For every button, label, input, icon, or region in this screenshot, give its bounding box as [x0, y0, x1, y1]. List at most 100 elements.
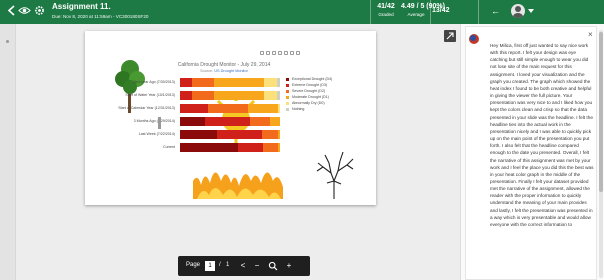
tool-icon[interactable]	[260, 51, 264, 55]
bar-segment	[250, 117, 270, 126]
legend-item: Nothing	[286, 107, 304, 112]
category-label: One year Ago (7/30/2013)	[133, 80, 175, 84]
bar-segment	[214, 91, 264, 100]
average-label: Average	[407, 12, 425, 17]
category-label: Start of Water Year (10/1/2013)	[125, 93, 175, 97]
assignment-title: Assignment 11.	[52, 2, 111, 11]
bar-segment	[278, 130, 280, 139]
legend-label: Extreme Drought (D3)	[292, 83, 328, 87]
bar-segment	[205, 117, 250, 126]
zoom-out-button[interactable]: −	[252, 261, 262, 271]
left-arrow-icon[interactable]: ←	[491, 6, 500, 16]
chart-artwork	[115, 60, 354, 199]
legend-item: Exceptional Drought (D4)	[286, 77, 332, 82]
legend-swatch	[286, 101, 289, 105]
category-label: Start of Calendar Year (12/31/2013)	[118, 106, 175, 110]
legend-label: Nothing	[292, 107, 305, 111]
tool-icon[interactable]	[284, 51, 288, 55]
legend-swatch	[286, 95, 289, 99]
document-page: California Drought Monitor - July 29, 20…	[85, 31, 376, 205]
comment-scrollbar[interactable]	[599, 30, 603, 278]
bar-segment	[277, 91, 280, 100]
legend-swatch	[286, 107, 289, 111]
source-link[interactable]: US Drought Monitor	[214, 69, 248, 73]
top-bar: Assignment 11. Due: Nov 8, 2020 at 11:59…	[0, 0, 604, 24]
legend-item: Abnormally Dry (D0)	[286, 101, 325, 106]
expand-icon[interactable]	[444, 30, 456, 42]
page-number-input[interactable]: 1	[205, 261, 215, 271]
chart-title: California Drought Monitor - July 29, 20…	[177, 62, 271, 68]
zoom-icon[interactable]	[266, 51, 270, 55]
assignment-due-date: Due: Nov 8, 2020 at 11:59am - VC300180SF…	[52, 14, 149, 19]
tool-icon[interactable]	[278, 51, 282, 55]
page-total: 1	[226, 262, 230, 268]
bar-segment	[214, 78, 264, 87]
legend-swatch	[286, 89, 289, 93]
gear-icon[interactable]	[33, 4, 46, 17]
bar-segment	[180, 130, 217, 139]
tool-icon[interactable]	[272, 51, 276, 55]
bar-segment	[192, 78, 214, 87]
source-prefix: Source:	[200, 69, 214, 73]
bar-segment	[180, 78, 192, 87]
comment-text: Hey Milica, first off just wanted to say…	[490, 43, 594, 227]
back-arrow-icon[interactable]	[5, 4, 18, 17]
page-toolbar: Page 1 / 1 < − +	[178, 256, 310, 276]
bar-segment	[180, 91, 192, 100]
chevron-down-icon[interactable]	[528, 9, 534, 13]
bar-segment	[263, 143, 278, 152]
chart-source: Source: US Drought Monitor	[169, 69, 279, 73]
tool-icon[interactable]	[296, 51, 300, 55]
bar-segment	[278, 104, 280, 113]
comment-card: × Hey Milica, first off just wanted to s…	[465, 26, 597, 280]
bar-segment	[270, 117, 280, 126]
category-label: 3 Months Ago (4/29/2014)	[133, 119, 175, 123]
bar-segment	[262, 130, 278, 139]
tool-icon[interactable]	[290, 51, 294, 55]
graded-label: Graded	[378, 12, 394, 17]
bar-segment	[217, 130, 262, 139]
legend-label: Abnormally Dry (D0)	[292, 101, 325, 105]
commenter-avatar	[469, 34, 479, 44]
close-icon[interactable]: ×	[588, 31, 593, 39]
bar-segment	[238, 143, 263, 152]
legend-label: Exceptional Drought (D4)	[292, 77, 333, 81]
comment-panel: × Hey Milica, first off just wanted to s…	[460, 24, 604, 280]
legend-swatch	[286, 83, 289, 87]
average-score: 4.49 / 5 (90%)	[401, 3, 445, 10]
page-separator: /	[219, 262, 221, 268]
left-gutter	[0, 24, 16, 280]
divider	[430, 0, 431, 24]
user-avatar-icon[interactable]	[511, 4, 525, 18]
legend-swatch	[286, 77, 289, 81]
category-label: Last Week (7/22/2014)	[138, 132, 175, 136]
eye-icon[interactable]	[18, 4, 31, 17]
bar-segment	[180, 143, 238, 152]
bar-segment	[208, 104, 248, 113]
bar-segment	[192, 91, 214, 100]
divider	[370, 0, 371, 24]
legend-item: Extreme Drought (D3)	[286, 83, 327, 88]
prev-page-button[interactable]: <	[238, 261, 248, 271]
zoom-icon[interactable]	[268, 261, 278, 271]
bar-segment	[180, 104, 208, 113]
document-viewer: California Drought Monitor - July 29, 20…	[0, 24, 460, 280]
gutter-dot	[6, 40, 9, 43]
bar-segment	[264, 91, 277, 100]
scrollbar-thumb[interactable]	[599, 32, 603, 192]
axis-tag	[157, 116, 162, 129]
bar-segment	[180, 117, 205, 126]
graded-count: 41/42	[377, 3, 395, 10]
legend-item: Severe Drought (D2)	[286, 89, 325, 94]
bar-segment	[278, 143, 280, 152]
page-label: Page	[186, 262, 201, 268]
legend-label: Moderate Drought (D1)	[292, 95, 329, 99]
legend-label: Severe Drought (D2)	[292, 89, 326, 93]
submission-counter: 13/42	[432, 7, 450, 14]
divider	[478, 0, 479, 24]
zoom-in-button[interactable]: +	[284, 261, 294, 271]
chart-toolbar	[260, 51, 304, 57]
bar-segment	[264, 78, 277, 87]
bar-segment	[248, 104, 278, 113]
average-stat: 4.49 / 5 (90%) Average	[401, 3, 445, 17]
